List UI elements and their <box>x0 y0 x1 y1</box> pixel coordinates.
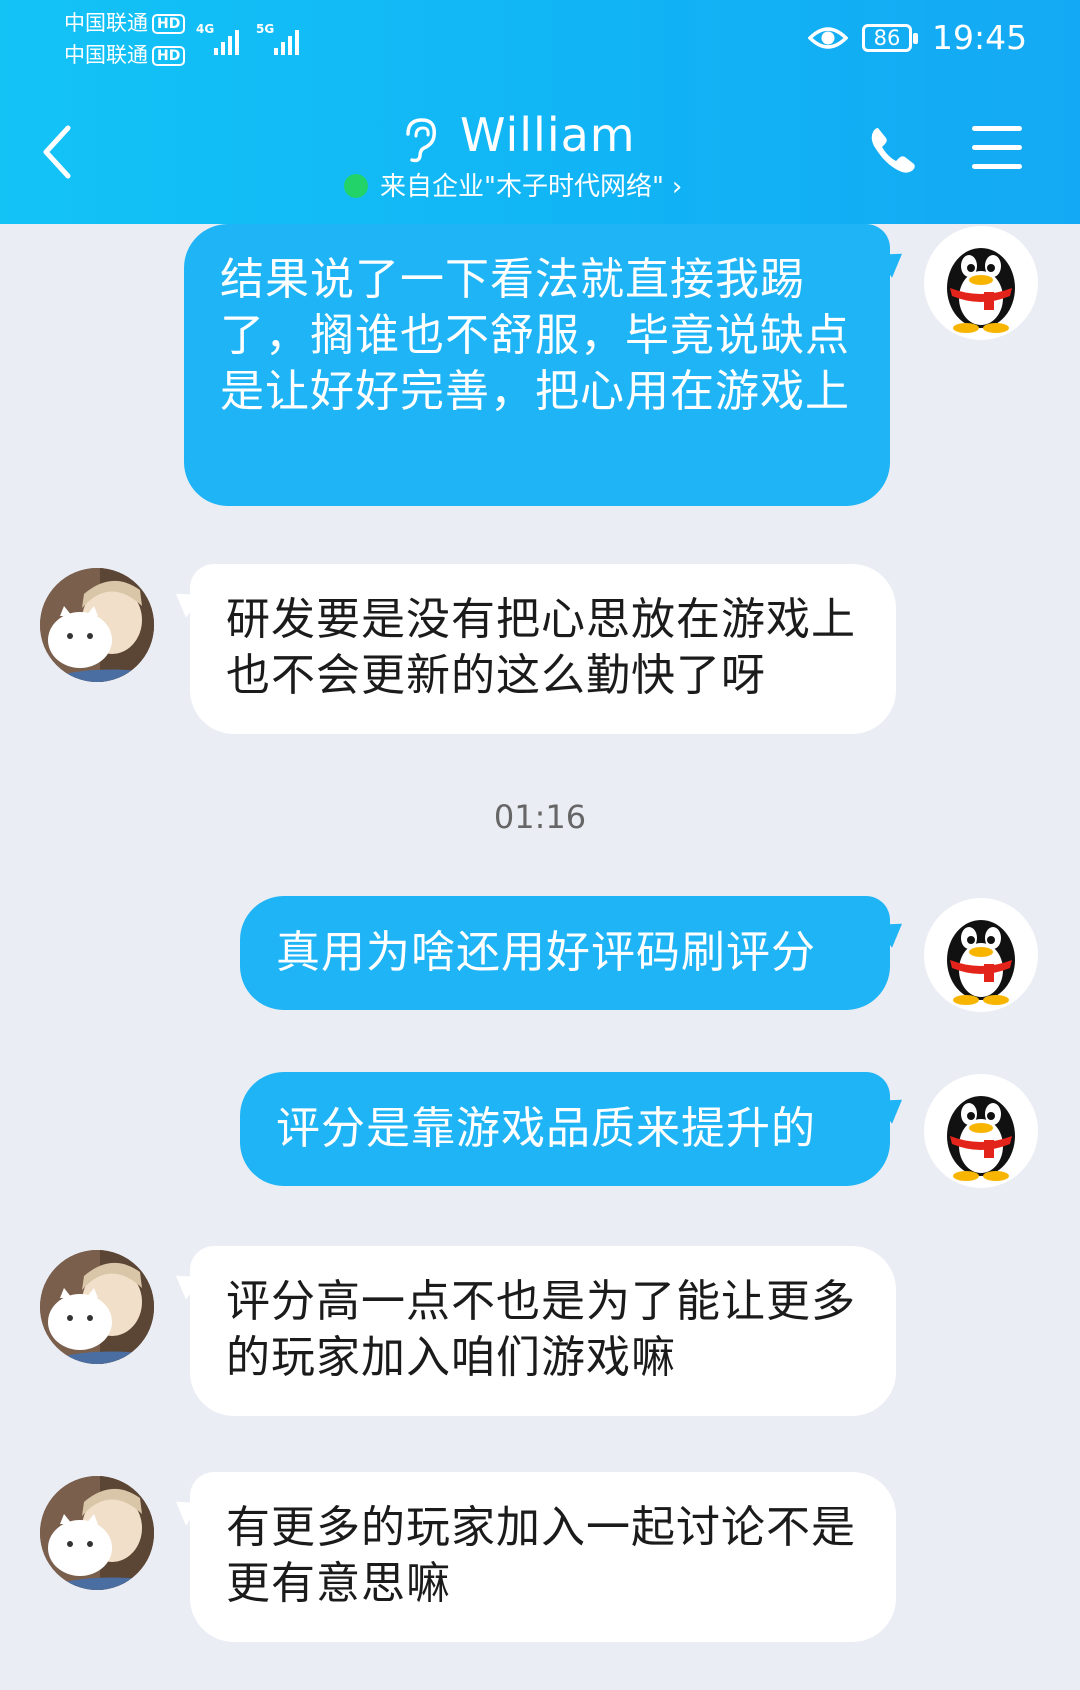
message-timestamp: 01:16 <box>493 798 587 836</box>
carrier-1-label: 中国联通 <box>64 11 148 35</box>
message-bubble-outgoing[interactable]: 真用为啥还用好评码刷评分 <box>240 896 890 1010</box>
battery-level: 86 <box>873 26 901 50</box>
hd-badge-2: HD <box>152 46 186 66</box>
penguin-avatar-icon <box>947 920 1015 1005</box>
message-text: 结果说了一下看法就直接我踢了，搁谁也不舒服，毕竟说缺点是让好好完善，把心用在游戏… <box>220 254 850 417</box>
penguin-avatar-icon <box>947 248 1015 333</box>
message-bubble-outgoing[interactable]: 结果说了一下看法就直接我踢了，搁谁也不舒服，毕竟说缺点是让好好完善，把心用在游戏… <box>184 224 890 506</box>
anime-avatar-icon <box>40 1476 154 1590</box>
penguin-avatar-icon <box>947 1096 1015 1181</box>
avatar-self[interactable] <box>924 898 1038 1012</box>
contact-name[interactable]: William <box>460 108 636 162</box>
online-status-dot <box>344 174 368 198</box>
carrier-1: 中国联通 HD <box>64 10 186 36</box>
avatar-william[interactable] <box>40 1250 154 1364</box>
avatar-self[interactable] <box>924 226 1038 340</box>
hd-badge-1: HD <box>152 14 186 34</box>
anime-avatar-icon <box>40 1250 154 1364</box>
menu-icon[interactable] <box>972 126 1022 170</box>
message-text: 评分高一点不也是为了能让更多的玩家加入咱们游戏嘛 <box>226 1276 856 1383</box>
ear-icon[interactable] <box>400 116 440 164</box>
message-text: 有更多的玩家加入一起讨论不是更有意思嘛 <box>226 1502 856 1609</box>
carrier-2-label: 中国联通 <box>64 43 148 67</box>
message-bubble-outgoing[interactable]: 评分是靠游戏品质来提升的 <box>240 1072 890 1186</box>
network-4g-label: 4G <box>196 22 215 36</box>
eye-comfort-icon <box>808 27 848 49</box>
enterprise-label: 来自企业"木子时代网络" <box>380 172 664 202</box>
battery-icon: 86 <box>862 24 918 52</box>
contact-subtitle[interactable]: 来自企业"木子时代网络" › <box>344 166 682 203</box>
anime-avatar-icon <box>40 568 154 682</box>
avatar-william[interactable] <box>40 1476 154 1590</box>
message-bubble-incoming[interactable]: 研发要是没有把心思放在游戏上也不会更新的这么勤快了呀 <box>190 564 896 734</box>
avatar-self[interactable] <box>924 1074 1038 1188</box>
status-time: 19:45 <box>932 18 1028 57</box>
chevron-right-icon: › <box>671 172 683 202</box>
network-5g-label: 5G <box>256 22 275 36</box>
carrier-2: 中国联通 HD <box>64 42 186 68</box>
chat-area[interactable]: 结果说了一下看法就直接我踢了，搁谁也不舒服，毕竟说缺点是让好好完善，把心用在游戏… <box>0 224 1080 1690</box>
message-bubble-incoming[interactable]: 有更多的玩家加入一起讨论不是更有意思嘛 <box>190 1472 896 1642</box>
avatar-william[interactable] <box>40 568 154 682</box>
message-text: 真用为啥还用好评码刷评分 <box>276 927 816 978</box>
back-icon[interactable] <box>40 122 74 182</box>
phone-icon[interactable] <box>868 124 918 174</box>
message-text: 研发要是没有把心思放在游戏上也不会更新的这么勤快了呀 <box>226 594 856 701</box>
top-bar: 中国联通 HD 中国联通 HD 4G 5G 86 19:45 William 来自企… <box>0 0 1080 224</box>
message-text: 评分是靠游戏品质来提升的 <box>276 1103 816 1154</box>
message-bubble-incoming[interactable]: 评分高一点不也是为了能让更多的玩家加入咱们游戏嘛 <box>190 1246 896 1416</box>
